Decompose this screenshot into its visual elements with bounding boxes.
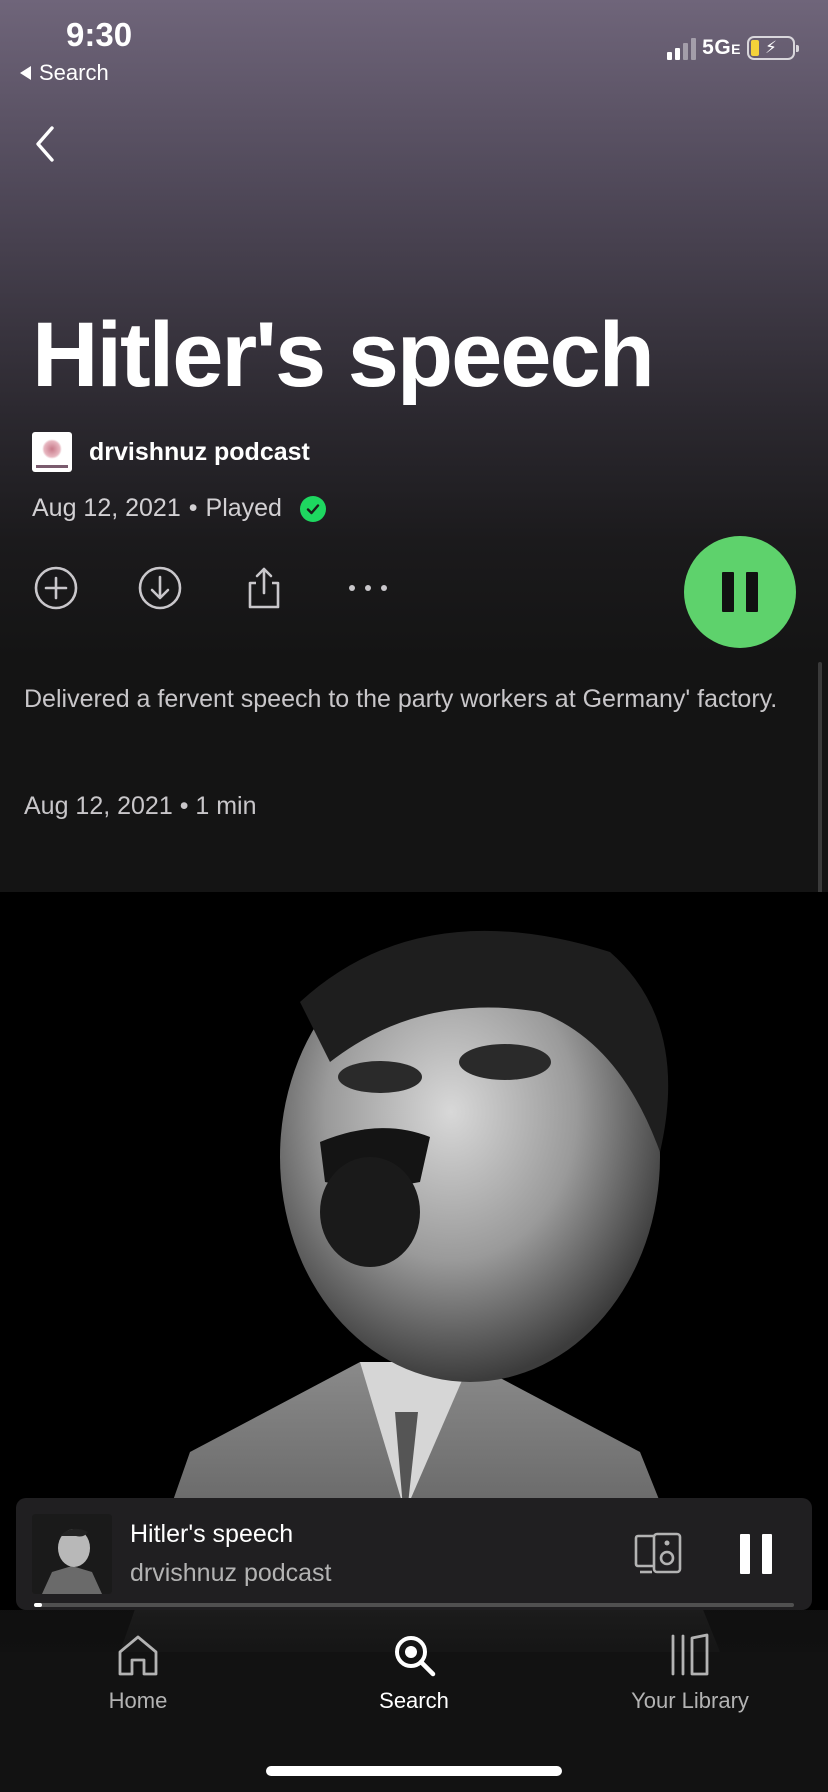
pause-bar-left: [722, 572, 734, 612]
back-to-app-label: Search: [39, 60, 109, 85]
episode-description: Delivered a fervent speech to the party …: [24, 685, 778, 713]
mini-player-title: Hitler's speech: [130, 1520, 294, 1548]
mini-pause-bar-left: [740, 1534, 750, 1574]
search-icon: [395, 1636, 436, 1677]
charging-bolt-icon: ⚡: [765, 38, 777, 57]
back-to-app-link[interactable]: Search: [20, 60, 109, 86]
tab-search[interactable]: Search: [334, 1632, 494, 1714]
mini-pause-bar-right: [762, 1534, 772, 1574]
show-artwork: [32, 432, 72, 472]
tab-home[interactable]: Home: [58, 1632, 218, 1714]
tab-your-library-label: Your Library: [631, 1688, 749, 1713]
play-pause-button[interactable]: [684, 536, 796, 648]
status-time: 9:30: [66, 16, 133, 53]
share-button[interactable]: [240, 564, 288, 612]
played-check-icon: [299, 495, 326, 522]
back-button[interactable]: [30, 122, 66, 166]
playback-progress: [34, 1603, 794, 1607]
pause-bar-right: [746, 572, 758, 612]
episode-duration-meta: Aug 12, 2021 • 1 min: [24, 792, 257, 820]
tab-bar: Home Search Your Library: [0, 1610, 828, 1792]
chevron-left-icon: [36, 126, 54, 162]
add-to-library-button[interactable]: [32, 564, 80, 612]
more-options-button[interactable]: [344, 564, 392, 612]
mini-pause-button[interactable]: [740, 1534, 772, 1574]
network-type: 5GE: [702, 36, 741, 59]
show-name: drvishnuz podcast: [89, 437, 310, 466]
share-icon: [248, 567, 280, 609]
more-icon: [349, 585, 387, 591]
signal-icon: [667, 36, 697, 60]
library-icon: [671, 1633, 709, 1676]
mini-player-subtitle: drvishnuz podcast: [130, 1559, 332, 1587]
add-circle-icon: [34, 566, 78, 610]
episode-date: Aug 12, 2021: [32, 494, 181, 522]
download-icon: [138, 566, 182, 610]
episode-meta: Aug 12, 2021 • Played: [32, 494, 326, 523]
mini-player[interactable]: Hitler's speech drvishnuz podcast: [16, 1498, 812, 1610]
show-link[interactable]: drvishnuz podcast: [32, 432, 310, 472]
episode-title: Hitler's speech: [32, 304, 655, 406]
tab-your-library[interactable]: Your Library: [610, 1632, 770, 1714]
tab-home-label: Home: [108, 1688, 168, 1713]
playback-progress-fill: [34, 1603, 42, 1607]
separator-dot: •: [188, 494, 198, 522]
download-button[interactable]: [136, 564, 184, 612]
tab-search-label: Search: [379, 1688, 449, 1713]
home-indicator[interactable]: [266, 1766, 562, 1776]
devices-icon: [634, 1532, 682, 1574]
battery-icon: ⚡: [747, 36, 799, 60]
status-indicators: 5GE ⚡: [667, 36, 799, 60]
back-triangle-icon: [20, 66, 31, 80]
home-icon: [118, 1635, 158, 1676]
mini-player-artwork: [32, 1514, 112, 1594]
connect-device-button[interactable]: [634, 1532, 684, 1576]
played-label: Played: [205, 494, 282, 522]
